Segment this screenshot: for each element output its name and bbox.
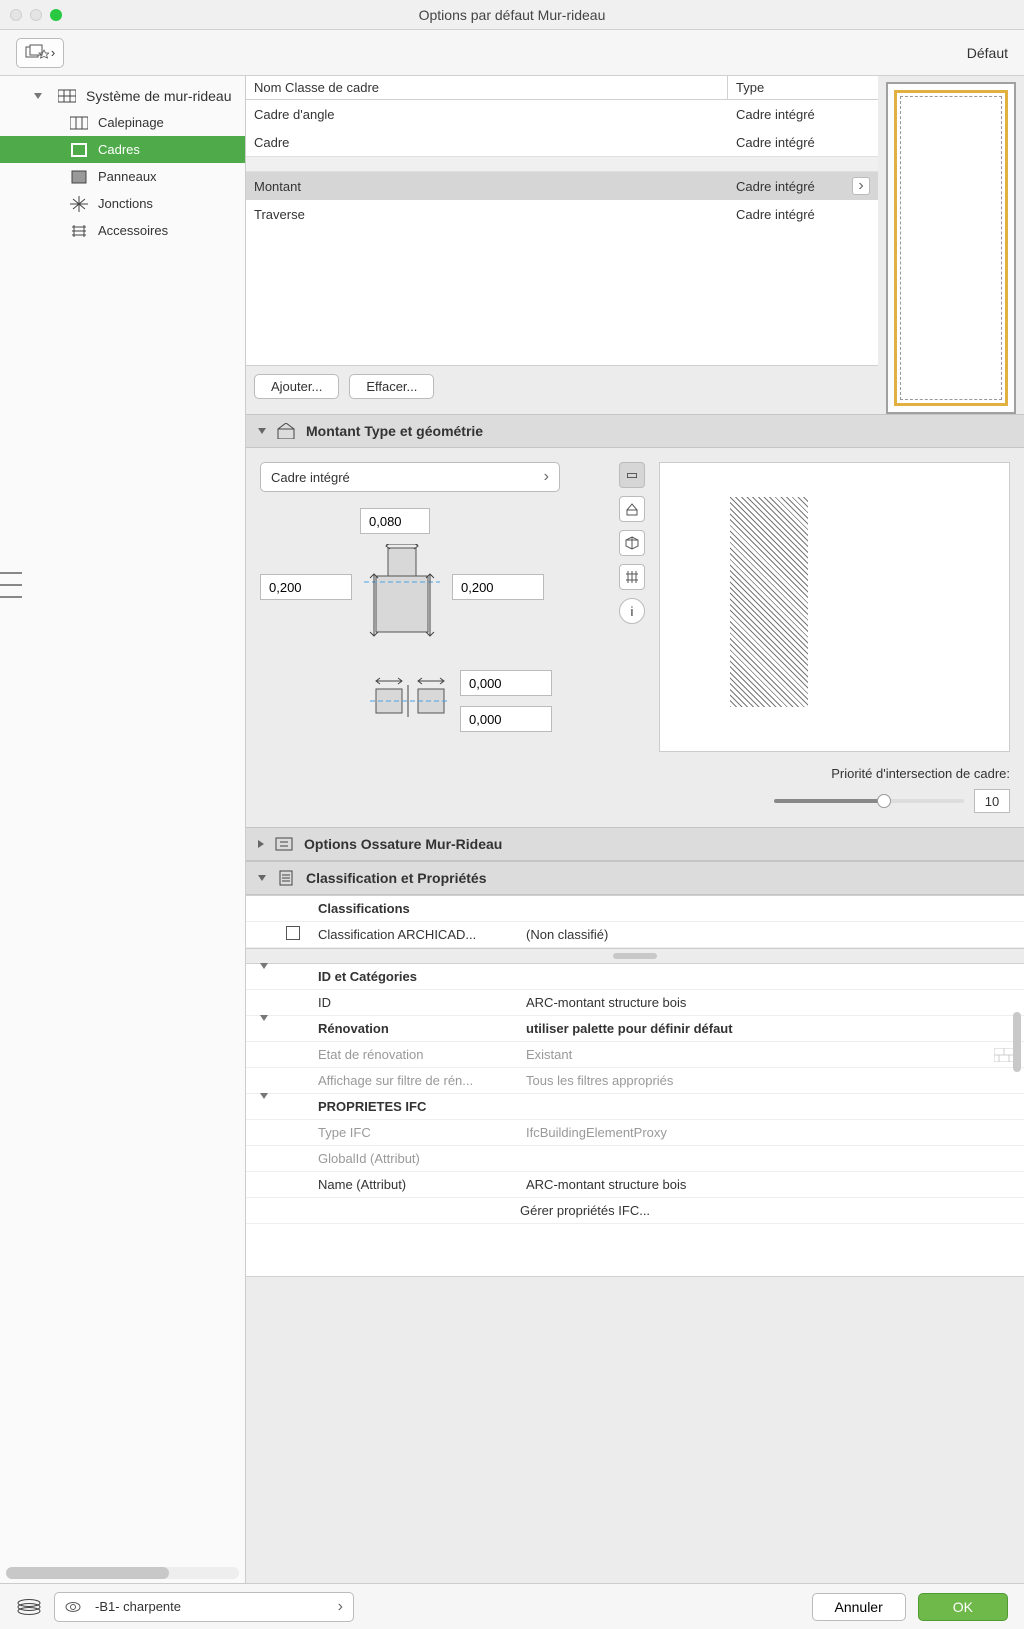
eye-icon bbox=[65, 1601, 81, 1613]
chevron-right-icon bbox=[544, 468, 549, 486]
sidebar-root-label: Système de mur-rideau bbox=[86, 88, 232, 104]
toolbar: › Défaut bbox=[0, 30, 1024, 76]
dim-offset-b[interactable] bbox=[460, 706, 552, 732]
frame-icon bbox=[70, 142, 88, 158]
content-area: Nom Classe de cadre Type Cadre d'angle C… bbox=[246, 76, 1024, 1583]
list-row[interactable]: Traverse Cadre intégré bbox=[246, 200, 878, 228]
frame-options-icon bbox=[274, 836, 294, 852]
prop-row-renov-filter[interactable]: Affichage sur filtre de rén... Tous les … bbox=[246, 1068, 1024, 1094]
pattern-icon bbox=[70, 115, 88, 131]
prop-row-ifc-globalid[interactable]: GlobalId (Attribut) bbox=[246, 1146, 1024, 1172]
chevron-right-icon bbox=[852, 177, 870, 195]
section-geometry[interactable]: Montant Type et géométrie bbox=[246, 414, 1024, 448]
priority-value[interactable]: 10 bbox=[974, 789, 1010, 813]
sidebar-item-label: Accessoires bbox=[98, 223, 168, 238]
frame-type-combo[interactable]: Cadre intégré bbox=[260, 462, 560, 492]
sidebar-item-panneaux[interactable]: Panneaux bbox=[0, 163, 245, 190]
view-section-button[interactable] bbox=[619, 496, 645, 522]
vscrollbar-thumb[interactable] bbox=[1013, 1012, 1021, 1072]
sidebar-item-label: Panneaux bbox=[98, 169, 157, 184]
layer-combo[interactable]: -B1- charpente bbox=[54, 1592, 354, 1622]
prop-row-classification[interactable]: Classification ARCHICAD... (Non classifi… bbox=[246, 922, 1024, 948]
frame-class-list: Nom Classe de cadre Type Cadre d'angle C… bbox=[246, 76, 878, 366]
info-button[interactable]: i bbox=[619, 598, 645, 624]
layers-icon bbox=[16, 1598, 42, 1616]
geometry-icon bbox=[276, 423, 296, 439]
id-props: ID et Catégories ID ARC-montant structur… bbox=[246, 963, 1024, 1277]
favorites-button[interactable]: › bbox=[16, 38, 64, 68]
list-row-selected[interactable]: Montant Cadre intégré bbox=[246, 172, 878, 200]
prop-row-ifc-name[interactable]: Name (Attribut) ARC-montant structure bo… bbox=[246, 1172, 1024, 1198]
prop-row-manage-ifc[interactable]: Gérer propriétés IFC... bbox=[246, 1198, 1024, 1224]
sidebar-item-label: Cadres bbox=[98, 142, 140, 157]
dim-width-top[interactable] bbox=[360, 508, 430, 534]
chevron-down-icon[interactable] bbox=[260, 1093, 268, 1114]
offset-diagram bbox=[370, 675, 450, 727]
dim-depth-left[interactable] bbox=[260, 574, 352, 600]
dim-depth-right[interactable] bbox=[452, 574, 544, 600]
profile-diagram bbox=[362, 544, 442, 640]
chevron-down-icon[interactable] bbox=[260, 1015, 268, 1036]
document-icon bbox=[276, 870, 296, 886]
dim-offset-a[interactable] bbox=[460, 670, 552, 696]
brick-icon bbox=[994, 1048, 1014, 1062]
view-3d-button[interactable] bbox=[619, 530, 645, 556]
section-title: Montant Type et géométrie bbox=[306, 423, 483, 439]
view-elevation-button[interactable] bbox=[619, 564, 645, 590]
add-button[interactable]: Ajouter... bbox=[254, 374, 339, 399]
3d-preview bbox=[886, 82, 1016, 414]
background-lines bbox=[0, 572, 22, 608]
sidebar-item-label: Jonctions bbox=[98, 196, 153, 211]
classification-props: Classifications Classification ARCHICAD.… bbox=[246, 895, 1024, 949]
prop-head-ifc: PROPRIETES IFC bbox=[246, 1094, 1024, 1120]
list-header-name[interactable]: Nom Classe de cadre bbox=[246, 76, 728, 99]
ok-button[interactable]: OK bbox=[918, 1593, 1008, 1621]
presets-label[interactable]: Défaut bbox=[967, 45, 1008, 61]
titlebar: Options par défaut Mur-rideau bbox=[0, 0, 1024, 30]
cancel-button[interactable]: Annuler bbox=[812, 1593, 906, 1621]
sidebar: Système de mur-rideau Calepinage Cadres … bbox=[0, 76, 246, 1583]
chevron-down-icon[interactable] bbox=[260, 963, 268, 984]
geometry-preview bbox=[659, 462, 1010, 752]
prop-row-id[interactable]: ID ARC-montant structure bois bbox=[246, 990, 1024, 1016]
list-header-type[interactable]: Type bbox=[728, 76, 878, 99]
remove-button[interactable]: Effacer... bbox=[349, 374, 434, 399]
prop-row-ifc-type[interactable]: Type IFC IfcBuildingElementProxy bbox=[246, 1120, 1024, 1146]
prop-head-classifications: Classifications bbox=[246, 896, 1024, 922]
prop-head-renovation: Rénovation utiliser palette pour définir… bbox=[246, 1016, 1024, 1042]
footer: -B1- charpente Annuler OK bbox=[0, 1583, 1024, 1629]
chevron-down-icon bbox=[258, 428, 266, 434]
section-classification[interactable]: Classification et Propriétés bbox=[246, 861, 1024, 895]
list-row[interactable]: Cadre Cadre intégré bbox=[246, 128, 878, 156]
section-title: Options Ossature Mur-Rideau bbox=[304, 836, 502, 852]
sidebar-hscrollbar[interactable] bbox=[6, 1567, 239, 1579]
sidebar-item-label: Calepinage bbox=[98, 115, 164, 130]
sidebar-item-calepinage[interactable]: Calepinage bbox=[0, 109, 245, 136]
section-frame-options[interactable]: Options Ossature Mur-Rideau bbox=[246, 827, 1024, 861]
panel-icon bbox=[70, 169, 88, 185]
sidebar-root-curtainwall-system[interactable]: Système de mur-rideau bbox=[0, 82, 245, 109]
chevron-right-icon bbox=[338, 1598, 343, 1616]
preview-mode-toolbar: ▭ i bbox=[619, 462, 649, 752]
window-title: Options par défaut Mur-rideau bbox=[0, 7, 1024, 23]
prop-row-renov-state[interactable]: Etat de rénovation Existant bbox=[246, 1042, 1024, 1068]
priority-slider[interactable] bbox=[774, 799, 964, 803]
view-plan-button[interactable]: ▭ bbox=[619, 462, 645, 488]
list-row[interactable]: Cadre d'angle Cadre intégré bbox=[246, 100, 878, 128]
chevron-down-icon bbox=[258, 875, 266, 881]
priority-label: Priorité d'intersection de cadre: bbox=[246, 766, 1024, 789]
prop-head-id-cat: ID et Catégories bbox=[246, 964, 1024, 990]
checkbox[interactable] bbox=[286, 926, 300, 940]
accessory-icon bbox=[70, 223, 88, 239]
junction-icon bbox=[70, 196, 88, 212]
grid-icon bbox=[58, 88, 76, 104]
sidebar-item-jonctions[interactable]: Jonctions bbox=[0, 190, 245, 217]
splitter-handle[interactable] bbox=[613, 953, 657, 959]
sidebar-item-cadres[interactable]: Cadres bbox=[0, 136, 245, 163]
sidebar-item-accessoires[interactable]: Accessoires bbox=[0, 217, 245, 244]
section-title: Classification et Propriétés bbox=[306, 870, 487, 886]
chevron-right-icon bbox=[258, 840, 264, 848]
